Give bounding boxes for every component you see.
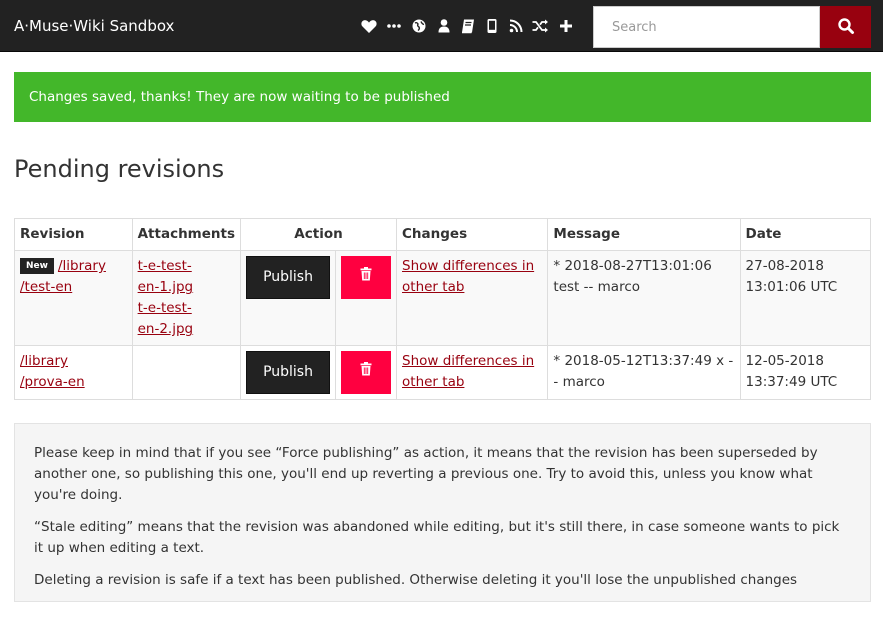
attachment-link-part: t-e-test- — [137, 258, 192, 274]
revision-link-part: /library — [57, 258, 106, 274]
changes-cell: Show differences in other tab — [396, 250, 549, 346]
header-changes: Changes — [396, 218, 549, 251]
publish-cell: Publish — [240, 250, 337, 346]
page-title: Pending revisions — [14, 155, 225, 183]
header-revision: Revision — [14, 218, 133, 251]
tablet-icon[interactable] — [483, 17, 501, 35]
attachment-link-part: en-1.jpg — [137, 279, 194, 295]
attachment-link-part: en-2.jpg — [137, 321, 194, 337]
alert-text: Changes saved, thanks! They are now wait… — [29, 89, 450, 105]
revisions-table: Revision Attachments Action Changes Mess… — [14, 218, 872, 400]
success-alert: Changes saved, thanks! They are now wait… — [14, 72, 871, 122]
table-row: New/library/test-en t-e-test-en-1.jpg t-… — [14, 250, 872, 346]
search-button[interactable] — [820, 6, 871, 48]
globe-icon[interactable] — [410, 17, 428, 35]
attachments-cell: t-e-test-en-1.jpg t-e-test-en-2.jpg — [131, 250, 242, 346]
navbar: A·Muse·Wiki Sandbox — [0, 0, 883, 52]
publish-button[interactable]: Publish — [246, 351, 331, 394]
shuffle-icon[interactable] — [531, 17, 549, 35]
revision-link-part: /test-en — [20, 279, 73, 295]
date-cell: 12-05-2018 13:37:49 UTC — [739, 345, 872, 400]
rss-icon[interactable] — [507, 17, 525, 35]
header-action: Action — [240, 218, 398, 251]
revision-cell: New/library/test-en — [14, 250, 133, 346]
publish-cell: Publish — [240, 345, 337, 400]
show-differences-link[interactable]: Show differences in other tab — [402, 353, 534, 390]
user-icon[interactable] — [435, 17, 453, 35]
delete-button[interactable] — [341, 351, 392, 394]
changes-cell: Show differences in other tab — [396, 345, 549, 400]
search-input[interactable] — [593, 6, 820, 48]
date-cell: 27-08-2018 13:01:06 UTC — [739, 250, 872, 346]
search-icon — [837, 17, 855, 38]
revision-link-part: /prova-en — [20, 374, 85, 390]
attachment-link-part: t-e-test- — [137, 300, 192, 316]
book-icon[interactable] — [459, 17, 477, 35]
trash-icon — [360, 267, 372, 288]
table-row: /library/prova-en Publish Show differenc… — [14, 345, 872, 400]
ellipsis-icon[interactable] — [385, 17, 403, 35]
note-stale-editing: “Stale editing” means that the revision … — [34, 519, 840, 556]
delete-cell — [335, 345, 398, 400]
table-header-row: Revision Attachments Action Changes Mess… — [14, 218, 872, 251]
message-cell: * 2018-08-27T13:01:06 test -- marco — [547, 250, 741, 346]
trash-icon — [360, 362, 372, 383]
note-force-publishing: Please keep in mind that if you see “For… — [34, 445, 818, 503]
message-cell: * 2018-05-12T13:37:49 x -- marco — [547, 345, 741, 400]
header-attachments: Attachments — [131, 218, 242, 251]
delete-cell — [335, 250, 398, 346]
brand-link[interactable]: A·Muse·Wiki Sandbox — [14, 17, 174, 35]
note-deleting: Deleting a revision is safe if a text ha… — [34, 572, 798, 588]
notes-panel: Please keep in mind that if you see “For… — [14, 423, 871, 602]
plus-icon[interactable] — [557, 17, 575, 35]
revision-link-part: /library — [20, 353, 68, 369]
attachments-cell — [131, 345, 242, 400]
attachment-link[interactable]: t-e-test-en-2.jpg — [138, 300, 194, 337]
header-date: Date — [739, 218, 872, 251]
publish-button[interactable]: Publish — [246, 256, 331, 299]
delete-button[interactable] — [341, 256, 392, 299]
show-differences-link[interactable]: Show differences in other tab — [402, 258, 534, 295]
header-message: Message — [547, 218, 741, 251]
revision-cell: /library/prova-en — [14, 345, 133, 400]
attachment-link[interactable]: t-e-test-en-1.jpg — [138, 258, 194, 295]
heart-icon[interactable] — [360, 17, 378, 35]
revision-link[interactable]: /library/prova-en — [20, 353, 85, 390]
new-badge: New — [20, 258, 54, 274]
